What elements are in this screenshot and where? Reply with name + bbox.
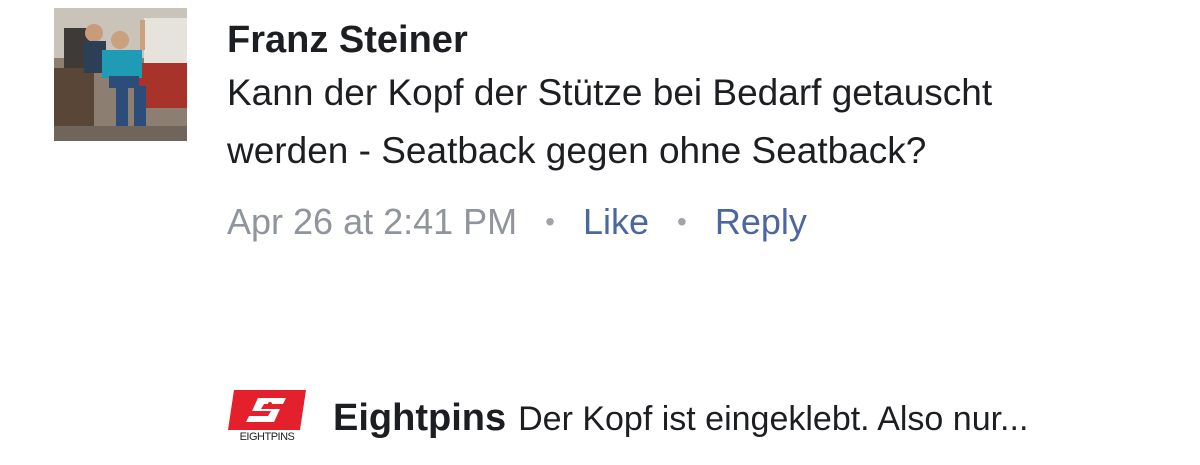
logo-caption: EIGHTPINS bbox=[239, 431, 295, 443]
comment-author[interactable]: Franz Steiner bbox=[227, 16, 1127, 64]
reply-text: Der Kopf ist eingeklebt. Also nur... bbox=[518, 400, 1029, 438]
comment-body: Franz Steiner Kann der Kopf der Stütze b… bbox=[227, 16, 1127, 244]
separator-dot: • bbox=[545, 206, 555, 237]
like-button[interactable]: Like bbox=[583, 201, 649, 242]
reply-preview[interactable]: EIGHTPINS Eightpins Der Kopf ist eingekle… bbox=[228, 388, 1168, 450]
comment-timestamp[interactable]: Apr 26 at 2:41 PM bbox=[227, 201, 517, 242]
avatar[interactable] bbox=[54, 8, 187, 141]
reply-button[interactable]: Reply bbox=[715, 201, 807, 242]
separator-dot: • bbox=[677, 206, 687, 237]
eightpins-logo-icon bbox=[228, 390, 306, 430]
reply-author[interactable]: Eightpins bbox=[333, 397, 506, 439]
comment-text: Kann der Kopf der Stütze bei Bedarf geta… bbox=[227, 72, 993, 171]
user-photo-icon bbox=[54, 8, 187, 141]
reply-avatar[interactable]: EIGHTPINS bbox=[228, 390, 306, 446]
reply-line: Eightpins Der Kopf ist eingeklebt. Also n… bbox=[333, 394, 1028, 450]
comment-meta: Apr 26 at 2:41 PM • Like • Reply bbox=[227, 200, 1127, 244]
